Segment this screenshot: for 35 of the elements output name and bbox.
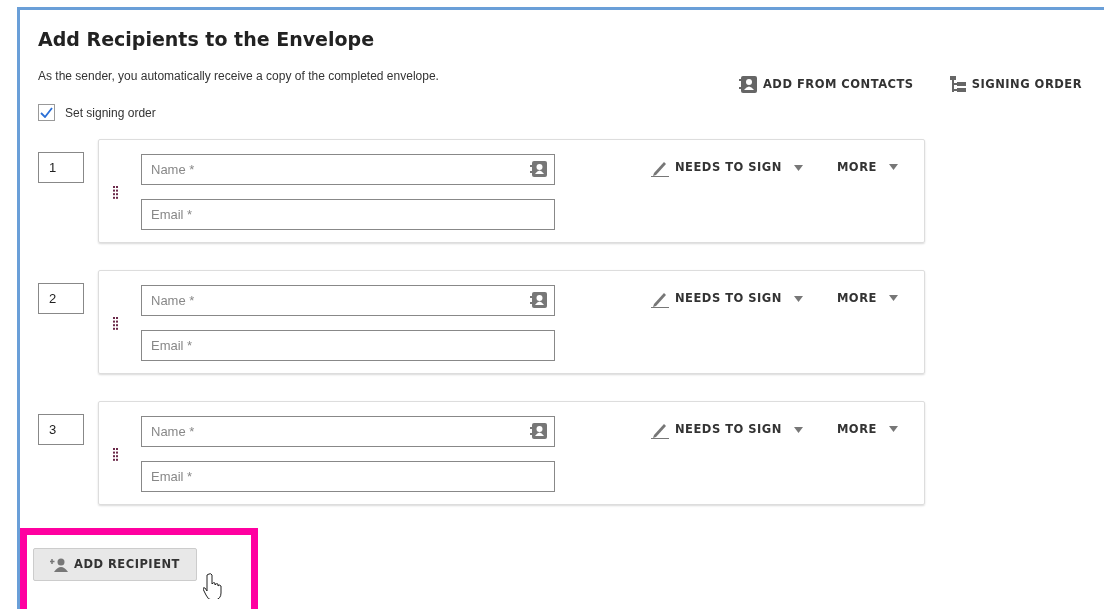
order-input[interactable]: 3	[38, 413, 84, 445]
checkbox[interactable]	[38, 104, 55, 122]
email-field[interactable]: Email *	[141, 198, 555, 230]
caret-icon	[793, 295, 803, 302]
caret-icon	[793, 164, 803, 171]
caret-icon	[888, 426, 898, 433]
more-dropdown[interactable]: MORE	[836, 158, 898, 177]
checkbox-label: Set signing order	[65, 104, 156, 122]
add-person-icon	[50, 557, 68, 572]
caret-icon	[793, 426, 803, 433]
drag-handle-icon[interactable]	[113, 185, 119, 200]
name-field[interactable]: Name *	[141, 284, 555, 316]
drag-handle-icon[interactable]	[113, 316, 119, 331]
name-field[interactable]: Name *	[141, 153, 555, 185]
page-title: Add Recipients to the Envelope	[38, 28, 376, 51]
signing-order-button[interactable]: SIGNING ORDER	[949, 75, 1082, 93]
role-dropdown[interactable]: NEEDS TO SIGN	[651, 420, 803, 439]
add-recipient-button[interactable]: ADD RECIPIENT	[33, 548, 197, 582]
name-field[interactable]: Name *	[141, 415, 555, 447]
email-field[interactable]: Email *	[141, 460, 555, 492]
helper-text: As the sender, you automatically receive a copy of the completed envelope.	[38, 67, 439, 85]
order-input[interactable]: 1	[38, 151, 84, 183]
role-dropdown[interactable]: NEEDS TO SIGN	[651, 158, 803, 177]
order-input[interactable]: 2	[38, 282, 84, 314]
contacts-icon	[738, 75, 757, 93]
email-field[interactable]: Email *	[141, 329, 555, 361]
more-dropdown[interactable]: MORE	[836, 420, 898, 439]
drag-handle-icon[interactable]	[113, 447, 119, 462]
more-dropdown[interactable]: MORE	[836, 289, 898, 308]
caret-icon	[888, 295, 898, 302]
role-dropdown[interactable]: NEEDS TO SIGN	[651, 289, 803, 308]
add-from-contacts-button[interactable]: ADD FROM CONTACTS	[738, 75, 914, 93]
hierarchy-icon	[949, 75, 966, 93]
hand-cursor-icon	[203, 573, 223, 599]
caret-icon	[888, 164, 898, 171]
